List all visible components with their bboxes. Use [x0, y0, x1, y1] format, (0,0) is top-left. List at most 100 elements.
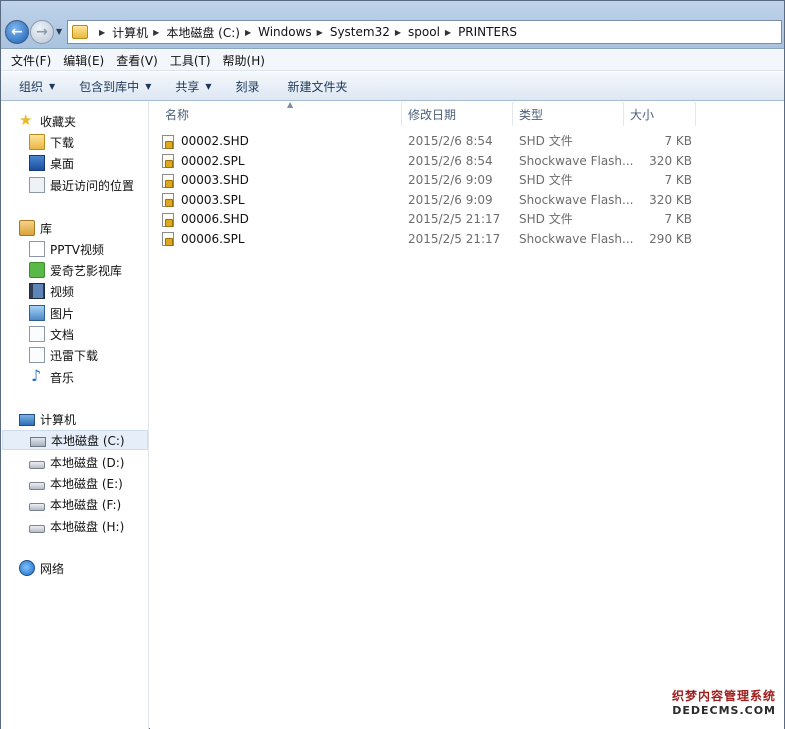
menu-bar: 文件(F) 编辑(E) 查看(V) 工具(T) 帮助(H)	[1, 50, 784, 71]
nav-drive-c[interactable]: 本地磁盘 (C:)	[2, 430, 148, 450]
nav-drive-f[interactable]: 本地磁盘 (F:)	[1, 494, 121, 514]
file-row[interactable]: 00006.SHD 2015/2/5 21:17 SHD 文件 7 KB	[162, 210, 692, 230]
forward-button[interactable]: →	[30, 20, 54, 44]
nav-videos[interactable]: 视频	[1, 281, 74, 301]
nav-desktop-label: 桌面	[50, 156, 75, 171]
chevron-down-icon: ▼	[49, 81, 56, 91]
include-in-library-button[interactable]: 包含到库中 ▼	[69, 78, 161, 95]
share-button[interactable]: 共享 ▼	[165, 78, 221, 95]
video-library-icon	[29, 283, 45, 299]
nav-downloads[interactable]: 下载	[1, 132, 74, 152]
column-header-type[interactable]: 类型	[513, 102, 624, 126]
burn-button[interactable]: 刻录	[226, 78, 270, 95]
new-folder-label: 新建文件夹	[287, 79, 348, 94]
file-type: SHD 文件	[519, 212, 573, 226]
burn-label: 刻录	[235, 79, 260, 94]
file-icon	[162, 212, 174, 227]
new-folder-button[interactable]: 新建文件夹	[278, 78, 358, 95]
nav-drive-h[interactable]: 本地磁盘 (H:)	[1, 516, 124, 536]
address-bar[interactable]: ▶ 计算机 ▶ 本地磁盘 (C:) ▶ Windows ▶ System32 ▶…	[67, 20, 782, 44]
nav-xunlei-label: 迅雷下载	[50, 348, 99, 363]
recent-pages-dropdown-icon[interactable]: ▼	[56, 27, 62, 36]
file-size: 320 KB	[649, 192, 692, 207]
file-row[interactable]: 00006.SPL 2015/2/5 21:17 Shockwave Flash…	[162, 230, 692, 250]
organize-button[interactable]: 组织 ▼	[9, 78, 65, 95]
file-date: 2015/2/6 9:09	[408, 192, 493, 207]
breadcrumb-drive-c[interactable]: 本地磁盘 (C:)	[166, 24, 240, 41]
menu-view[interactable]: 查看(V)	[110, 52, 164, 69]
hard-drive-icon	[29, 502, 45, 511]
nav-xunlei[interactable]: 迅雷下载	[1, 345, 98, 365]
file-row[interactable]: 00002.SHD 2015/2/6 8:54 SHD 文件 7 KB	[162, 132, 692, 152]
file-name-cell: 00003.SPL	[162, 191, 402, 210]
menu-edit[interactable]: 编辑(E)	[57, 52, 110, 69]
address-row: ← → ▼ ▶ 计算机 ▶ 本地磁盘 (C:) ▶ Windows ▶ Syst…	[1, 1, 784, 49]
file-icon	[162, 193, 174, 207]
file-row[interactable]: 00002.SPL 2015/2/6 8:54 Shockwave Flash.…	[162, 152, 692, 172]
chevron-right-icon[interactable]: ▶	[445, 28, 451, 37]
desktop-icon	[29, 155, 45, 171]
breadcrumb-windows[interactable]: Windows	[258, 25, 312, 39]
back-button[interactable]: ←	[5, 20, 29, 44]
nav-documents-label: 文档	[50, 327, 75, 342]
file-date: 2015/2/6 9:09	[408, 173, 493, 187]
nav-pptv[interactable]: PPTV视频	[1, 239, 104, 259]
back-arrow-icon: ←	[11, 24, 23, 40]
pptv-library-icon	[29, 241, 45, 257]
chevron-right-icon[interactable]: ▶	[99, 28, 105, 37]
breadcrumb-system32[interactable]: System32	[330, 25, 390, 39]
menu-tools[interactable]: 工具(T)	[164, 52, 217, 69]
nav-documents[interactable]: 文档	[1, 324, 74, 344]
nav-iqiyi-label: 爱奇艺影视库	[50, 263, 123, 278]
column-type-label: 类型	[519, 107, 544, 122]
file-name-cell: 00002.SPL	[162, 152, 402, 171]
nav-libraries-label: 库	[40, 221, 53, 236]
column-header-name[interactable]: 名称 ▲	[159, 100, 402, 126]
nav-drive-d[interactable]: 本地磁盘 (D:)	[1, 452, 124, 472]
chevron-right-icon[interactable]: ▶	[317, 28, 323, 37]
file-name: 00002.SHD	[181, 134, 249, 148]
folder-icon	[72, 25, 88, 39]
breadcrumb-computer[interactable]: 计算机	[112, 24, 148, 41]
documents-library-icon	[29, 326, 45, 342]
column-name-label: 名称	[165, 107, 190, 122]
nav-desktop[interactable]: 桌面	[1, 153, 74, 173]
chevron-right-icon[interactable]: ▶	[245, 28, 251, 37]
file-icon	[162, 173, 174, 188]
file-name: 00006.SPL	[181, 231, 245, 246]
nav-libraries[interactable]: 库	[1, 218, 52, 238]
file-size: 320 KB	[649, 153, 692, 168]
file-row[interactable]: 00003.SPL 2015/2/6 9:09 Shockwave Flash.…	[162, 191, 692, 211]
file-date: 2015/2/5 21:17	[408, 212, 501, 226]
downloads-folder-icon	[29, 134, 45, 150]
column-header-date[interactable]: 修改日期	[402, 102, 513, 126]
nav-drive-e[interactable]: 本地磁盘 (E:)	[1, 473, 123, 493]
network-globe-icon	[19, 560, 35, 576]
chevron-right-icon[interactable]: ▶	[153, 28, 159, 37]
nav-network[interactable]: 网络	[1, 558, 64, 578]
file-size: 7 KB	[664, 173, 692, 187]
pictures-library-icon	[29, 305, 45, 321]
nav-favorites[interactable]: 收藏夹	[1, 111, 76, 131]
chevron-right-icon[interactable]: ▶	[395, 28, 401, 37]
file-row[interactable]: 00003.SHD 2015/2/6 9:09 SHD 文件 7 KB	[162, 171, 692, 191]
share-label: 共享	[175, 79, 200, 94]
nav-recent-label: 最近访问的位置	[50, 178, 135, 193]
nav-pictures[interactable]: 图片	[1, 303, 74, 323]
file-size: 7 KB	[664, 134, 692, 148]
nav-computer[interactable]: 计算机	[1, 409, 76, 429]
nav-drive-c-label: 本地磁盘 (C:)	[51, 433, 125, 448]
nav-favorites-label: 收藏夹	[40, 114, 77, 129]
breadcrumb-spool[interactable]: spool	[408, 25, 440, 39]
menu-file[interactable]: 文件(F)	[5, 52, 57, 69]
column-header-size[interactable]: 大小	[624, 102, 696, 126]
file-name: 00002.SPL	[181, 153, 245, 168]
include-library-label: 包含到库中	[79, 79, 140, 94]
nav-music[interactable]: 音乐	[1, 366, 74, 387]
nav-iqiyi[interactable]: 爱奇艺影视库	[1, 260, 122, 280]
sort-ascending-icon: ▲	[287, 100, 294, 109]
nav-recent-places[interactable]: 最近访问的位置	[1, 175, 134, 195]
breadcrumb-printers[interactable]: PRINTERS	[458, 25, 517, 39]
menu-help[interactable]: 帮助(H)	[217, 52, 271, 69]
file-date: 2015/2/5 21:17	[408, 231, 501, 246]
